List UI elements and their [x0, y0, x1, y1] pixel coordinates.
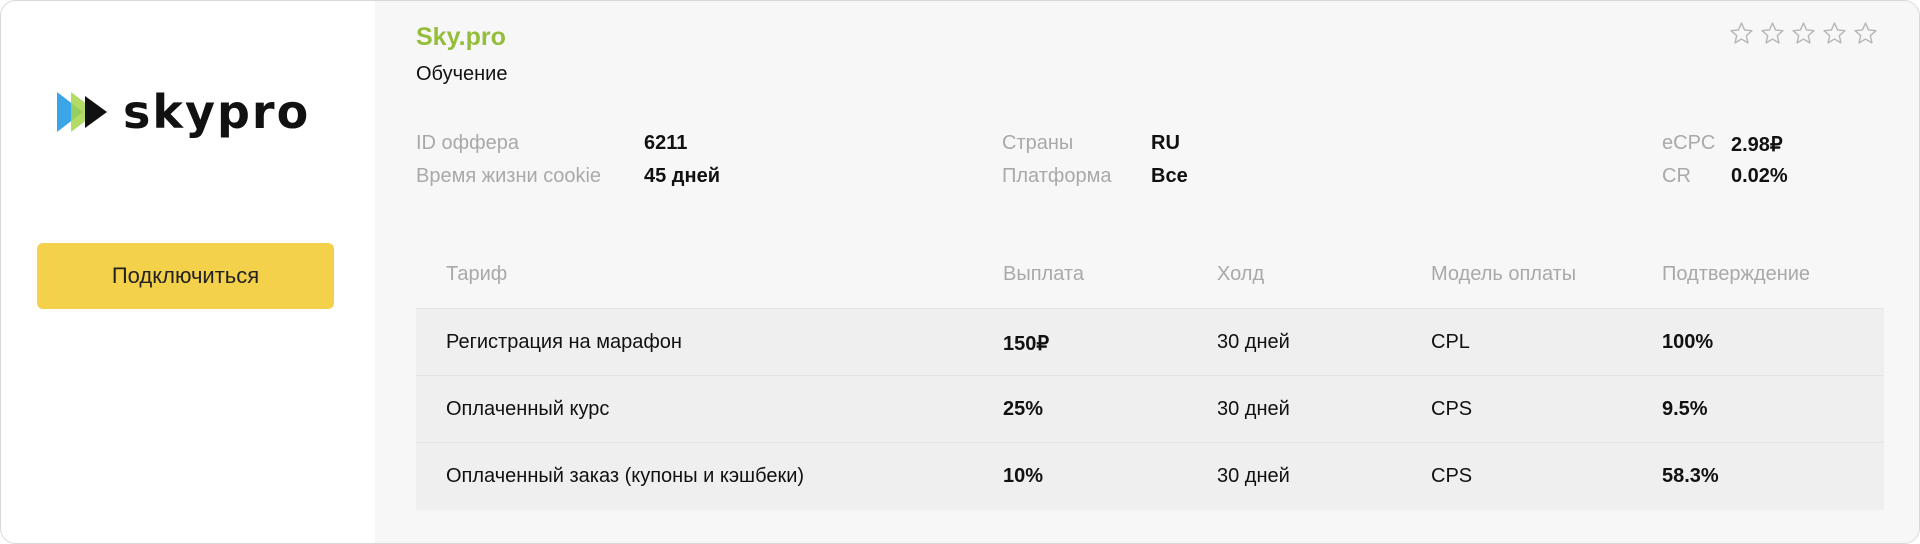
connect-button[interactable]: Подключиться: [37, 243, 334, 309]
cell-confirmation: 100%: [1662, 331, 1714, 353]
star-icon[interactable]: [1822, 21, 1847, 46]
skypro-play-icon: [57, 92, 107, 132]
tariff-table: Тариф Выплата Холд Модель оплаты Подтвер…: [416, 245, 1884, 510]
countries-value: RU: [1151, 132, 1180, 154]
cell-payment-model: CPS: [1431, 465, 1473, 487]
cell-hold: 30 дней: [1217, 398, 1290, 420]
cell-payout: 150₽: [1003, 333, 1050, 355]
header-payout: Выплата: [1003, 263, 1084, 285]
logo-text: skypro: [123, 85, 311, 139]
star-icon[interactable]: [1760, 21, 1785, 46]
table-row: Оплаченный курс 25% 30 дней CPS 9.5%: [416, 376, 1884, 443]
cell-tariff: Оплаченный заказ (купоны и кэшбеки): [446, 465, 805, 487]
offer-category: Обучение: [416, 63, 508, 85]
header-payment-model: Модель оплаты: [1431, 263, 1577, 285]
countries-label: Страны: [1002, 132, 1074, 154]
table-row: Регистрация на марафон 150₽ 30 дней CPL …: [416, 309, 1884, 376]
cell-confirmation: 9.5%: [1662, 398, 1708, 420]
cr-label: CR: [1662, 165, 1691, 187]
rating-stars[interactable]: [1729, 21, 1878, 46]
ecpc-label: eCPC: [1662, 132, 1716, 154]
cell-payment-model: CPS: [1431, 398, 1473, 420]
ecpc-value: 2.98₽: [1731, 134, 1783, 156]
cookie-label: Время жизни cookie: [416, 165, 602, 187]
star-icon[interactable]: [1791, 21, 1816, 46]
table-header: Тариф Выплата Холд Модель оплаты Подтвер…: [416, 245, 1884, 309]
header-confirmation: Подтверждение: [1662, 263, 1811, 285]
table-row: Оплаченный заказ (купоны и кэшбеки) 10% …: [416, 443, 1884, 510]
cell-payment-model: CPL: [1431, 331, 1470, 353]
cell-tariff: Регистрация на марафон: [446, 331, 682, 353]
offer-left-panel: skypro Подключиться: [1, 1, 375, 543]
cell-payout: 25%: [1003, 398, 1044, 420]
skypro-logo: skypro: [57, 85, 327, 139]
star-icon[interactable]: [1853, 21, 1878, 46]
offer-id-label: ID оффера: [416, 132, 519, 154]
cell-tariff: Оплаченный курс: [446, 398, 610, 420]
offer-brand-link[interactable]: Sky.pro: [416, 23, 506, 52]
offer-id-value: 6211: [644, 132, 688, 154]
header-tariff: Тариф: [446, 263, 508, 285]
cell-payout: 10%: [1003, 465, 1044, 487]
platform-label: Платформа: [1002, 165, 1112, 187]
cell-hold: 30 дней: [1217, 465, 1290, 487]
cell-hold: 30 дней: [1217, 331, 1290, 353]
star-icon[interactable]: [1729, 21, 1754, 46]
cookie-value: 45 дней: [644, 165, 720, 187]
cell-confirmation: 58.3%: [1662, 465, 1719, 487]
header-hold: Холд: [1217, 263, 1265, 285]
cr-value: 0.02%: [1731, 165, 1788, 187]
platform-value: Все: [1151, 165, 1188, 187]
offer-card: skypro Подключиться Sky.pro Обучение ID …: [0, 0, 1920, 544]
